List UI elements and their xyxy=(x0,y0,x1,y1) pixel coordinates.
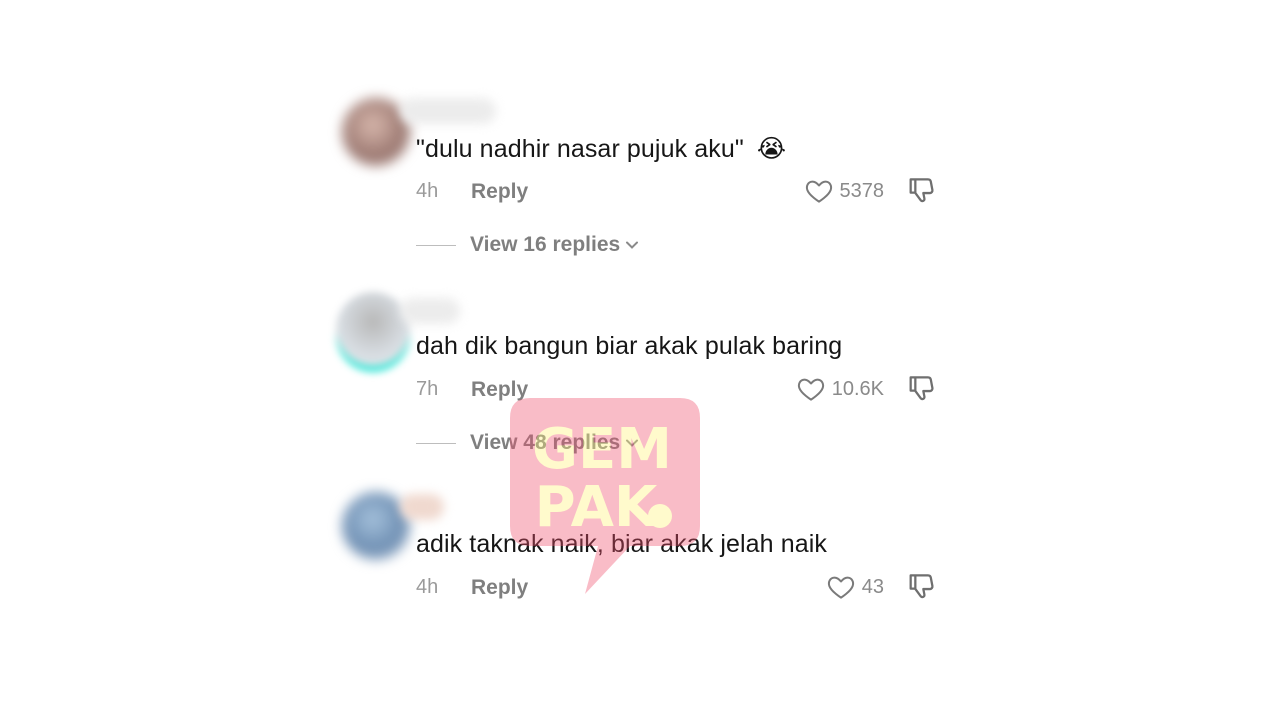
comment-text: dah dik bangun biar akak pulak baring xyxy=(416,332,843,360)
like-count: 43 xyxy=(861,575,884,598)
chevron-down-icon xyxy=(626,241,639,249)
thumbs-down-icon[interactable] xyxy=(906,174,938,206)
comment-item: "dulu nadhir nasar pujuk aku" 😭 4h Reply… xyxy=(330,92,970,262)
reply-button[interactable]: Reply xyxy=(471,378,528,402)
comment-time: 7h xyxy=(416,378,439,400)
divider xyxy=(416,442,456,444)
comment-meta: 4h Reply 43 xyxy=(416,574,956,606)
comment-meta: 4h Reply 5378 xyxy=(416,178,956,210)
like-button[interactable]: 10.6K xyxy=(796,374,884,404)
crying-face-emoji: 😭 xyxy=(756,135,787,163)
like-count: 5378 xyxy=(839,179,885,202)
username[interactable] xyxy=(400,98,496,124)
like-button[interactable]: 43 xyxy=(826,572,884,602)
avatar[interactable] xyxy=(336,292,410,366)
divider xyxy=(416,244,456,246)
view-replies-label: View 48 replies xyxy=(470,431,621,454)
comment-text-content: "dulu nadhir nasar pujuk aku" xyxy=(416,135,744,163)
reply-button[interactable]: Reply xyxy=(471,576,528,600)
comments-screen: "dulu nadhir nasar pujuk aku" 😭 4h Reply… xyxy=(0,0,1280,720)
view-replies-label: View 16 replies xyxy=(470,233,621,256)
view-replies-button[interactable]: View 16 replies xyxy=(416,230,640,260)
comment-text: "dulu nadhir nasar pujuk aku" 😭 xyxy=(416,134,786,164)
heart-icon xyxy=(827,576,854,599)
chevron-down-icon xyxy=(626,439,639,447)
heart-icon xyxy=(805,180,832,203)
reply-button[interactable]: Reply xyxy=(471,180,528,204)
comment-meta: 7h Reply 10.6K xyxy=(416,376,956,408)
view-replies-button[interactable]: View 48 replies xyxy=(416,428,640,458)
comment-time: 4h xyxy=(416,180,439,202)
thumbs-down-icon[interactable] xyxy=(906,570,938,602)
comment-item: dah dik bangun biar akak pulak baring 7h… xyxy=(330,290,970,460)
like-button[interactable]: 5378 xyxy=(804,176,885,206)
thumbs-down-icon[interactable] xyxy=(906,372,938,404)
like-count: 10.6K xyxy=(831,377,884,400)
username[interactable] xyxy=(400,298,460,324)
comment-time: 4h xyxy=(416,576,439,598)
comment-item: adik taknak naik, biar akak jelah naik 4… xyxy=(330,488,970,608)
comment-text: adik taknak naik, biar akak jelah naik xyxy=(416,530,827,558)
heart-icon xyxy=(797,378,824,401)
username[interactable] xyxy=(400,494,444,520)
